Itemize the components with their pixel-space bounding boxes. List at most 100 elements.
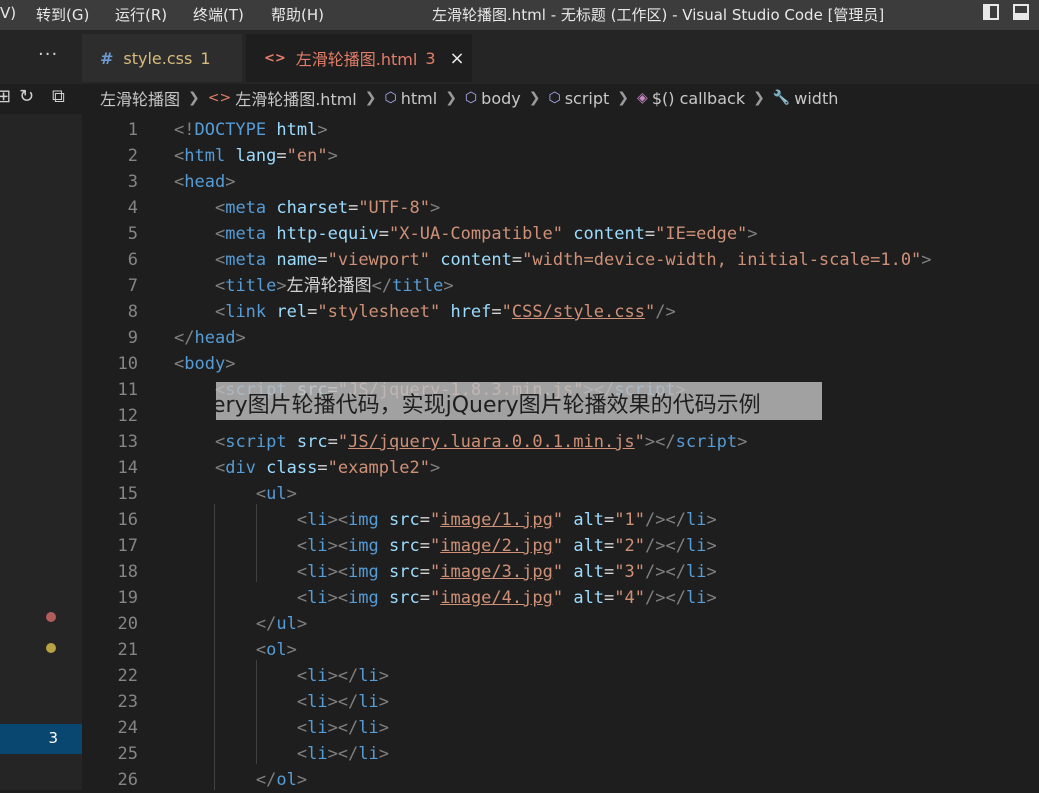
code-line[interactable]: 7 <title>左滑轮播图</title>	[82, 273, 1039, 299]
window-title: 左滑轮播图.html - 无标题 (工作区) - Visual Studio C…	[432, 6, 885, 24]
code-text: <li><img src="image/1.jpg" alt="1"/></li…	[296, 510, 717, 530]
line-number: 8	[127, 302, 138, 322]
code-text: <meta charset="UTF-8">	[214, 198, 441, 218]
menu-help[interactable]: 帮助(H)	[271, 4, 324, 25]
breadcrumb-folder[interactable]: 左滑轮播图	[100, 86, 180, 110]
code-line[interactable]: 4 <meta charset="UTF-8">	[82, 195, 1039, 221]
tab-carousel-html[interactable]: <> 左滑轮播图.html 3 ×	[246, 34, 472, 82]
code-line[interactable]: 25 <li></li>	[82, 741, 1039, 767]
line-number: 25	[117, 744, 138, 764]
code-line[interactable]: 26 </ol>	[82, 767, 1039, 793]
code-text: <script src="JS/jquery.luara.0.0.1.min.j…	[214, 432, 748, 452]
problem-count: 3	[48, 729, 58, 747]
code-text: <!DOCTYPE html>	[174, 120, 328, 140]
caption-overlay: jquery图片轮播代码，实现jQuery图片轮播效果的代码示例	[178, 382, 822, 420]
menu-view[interactable]: V)	[0, 4, 16, 22]
code-line[interactable]: 20 </ul>	[82, 611, 1039, 637]
element-icon: ⬡	[464, 90, 478, 106]
code-line[interactable]: 5 <meta http-equiv="X-UA-Compatible" con…	[82, 221, 1039, 247]
menu-bar: V) 转到(G) 运行(R) 终端(T) 帮助(H) 左滑轮播图.html - …	[0, 0, 1039, 30]
code-text: <meta http-equiv="X-UA-Compatible" conte…	[214, 224, 758, 244]
code-text: <li><img src="image/3.jpg" alt="3"/></li…	[296, 562, 717, 582]
code-line[interactable]: 21 <ol>	[82, 637, 1039, 663]
code-line[interactable]: 15 <ul>	[82, 481, 1039, 507]
close-icon[interactable]: ×	[450, 48, 465, 69]
breadcrumb-html[interactable]: ⬡ html	[385, 89, 438, 108]
line-number: 6	[127, 250, 138, 270]
line-number: 20	[117, 614, 138, 634]
line-number: 10	[117, 354, 138, 374]
problem-count-row[interactable]: 3	[0, 724, 82, 754]
code-text: <title>左滑轮播图</title>	[214, 276, 454, 296]
code-line[interactable]: 8 <link rel="stylesheet" href="CSS/style…	[82, 299, 1039, 325]
code-line[interactable]: 10 <body>	[82, 351, 1039, 377]
code-text: <li></li>	[296, 718, 390, 738]
code-text: <ul>	[255, 484, 297, 504]
code-line[interactable]: 1 <!DOCTYPE html>	[82, 117, 1039, 143]
html-file-icon: <>	[207, 90, 232, 106]
toggle-panel-icon[interactable]	[1013, 4, 1029, 20]
collapse-all-icon[interactable]: ⧉	[52, 86, 65, 107]
line-number: 24	[117, 718, 138, 738]
code-line[interactable]: 6 <meta name="viewport" content="width=d…	[82, 247, 1039, 273]
line-number: 15	[117, 484, 138, 504]
code-text: <li><img src="image/4.jpg" alt="4"/></li…	[296, 588, 717, 608]
code-text: <div class="example2">	[214, 458, 441, 478]
menu-run[interactable]: 运行(R)	[115, 4, 167, 25]
breadcrumb-callback[interactable]: ◈ $() callback	[637, 89, 745, 108]
code-line[interactable]: 17 <li><img src="image/2.jpg" alt="2"/><…	[82, 533, 1039, 559]
wrench-icon: 🔧	[772, 90, 791, 106]
html-file-icon: <>	[264, 50, 286, 66]
code-line[interactable]: 16 <li><img src="image/1.jpg" alt="1"/><…	[82, 507, 1039, 533]
code-line[interactable]: 2 <html lang="en">	[82, 143, 1039, 169]
menu-go[interactable]: 转到(G)	[36, 4, 89, 25]
code-text: </ul>	[255, 614, 308, 634]
code-text: <meta name="viewport" content="width=dev…	[214, 250, 932, 270]
breadcrumb-body[interactable]: ⬡ body	[465, 89, 521, 108]
code-text: <html lang="en">	[174, 146, 338, 166]
breadcrumb-file[interactable]: <> 左滑轮播图.html	[208, 86, 357, 110]
refresh-icon[interactable]: ↻	[19, 86, 34, 107]
line-number: 1	[127, 120, 138, 140]
code-text: <li><img src="image/2.jpg" alt="2"/></li…	[296, 536, 717, 556]
code-line[interactable]: 14 <div class="example2">	[82, 455, 1039, 481]
chevron-right-icon: ❯	[364, 90, 377, 106]
chevron-right-icon: ❯	[445, 90, 457, 106]
code-line[interactable]: 22 <li></li>	[82, 663, 1039, 689]
line-number: 7	[127, 276, 138, 296]
code-line[interactable]: 13 <script src="JS/jquery.luara.0.0.1.mi…	[82, 429, 1039, 455]
warning-dot[interactable]	[46, 643, 56, 653]
code-line[interactable]: 9 </head>	[82, 325, 1039, 351]
code-text: <li></li>	[296, 666, 390, 686]
code-line[interactable]: 19 <li><img src="image/4.jpg" alt="4"/><…	[82, 585, 1039, 611]
element-icon: ⬡	[384, 90, 397, 106]
tab-problem-badge: 3	[425, 48, 436, 68]
chevron-right-icon: ❯	[188, 90, 200, 106]
new-folder-icon[interactable]: ⊞	[0, 86, 11, 107]
line-number: 3	[127, 172, 138, 192]
sidebar	[0, 114, 82, 790]
line-number: 16	[117, 510, 138, 530]
line-number: 13	[117, 432, 138, 452]
code-editor[interactable]: 1 <!DOCTYPE html> 2 <html lang="en"> 3 <head>…	[82, 114, 1039, 790]
breakpoint-dot[interactable]	[46, 612, 56, 622]
line-number: 2	[127, 146, 138, 166]
code-text: <li></li>	[296, 692, 390, 712]
more-actions-icon[interactable]: ···	[38, 44, 58, 65]
line-number: 4	[127, 198, 138, 218]
code-text: <link rel="stylesheet" href="CSS/style.c…	[214, 302, 676, 322]
code-line[interactable]: 24 <li></li>	[82, 715, 1039, 741]
toggle-sidebar-icon[interactable]	[983, 4, 999, 20]
code-line[interactable]: 3 <head>	[82, 169, 1039, 195]
menu-terminal[interactable]: 终端(T)	[193, 4, 244, 25]
line-number: 12	[117, 406, 138, 426]
chevron-right-icon: ❯	[617, 90, 630, 106]
code-line[interactable]: 23 <li></li>	[82, 689, 1039, 715]
code-text: <head>	[174, 172, 236, 192]
line-number: 18	[117, 562, 138, 582]
breadcrumb-width[interactable]: 🔧 width	[773, 89, 839, 108]
code-line[interactable]: 18 <li><img src="image/3.jpg" alt="3"/><…	[82, 559, 1039, 585]
caption-text: jquery图片轮播代码，实现jQuery图片轮播效果的代码示例	[178, 393, 761, 418]
breadcrumb-script[interactable]: ⬡ script	[548, 89, 609, 108]
tab-style-css[interactable]: # style.css 1	[82, 34, 242, 82]
